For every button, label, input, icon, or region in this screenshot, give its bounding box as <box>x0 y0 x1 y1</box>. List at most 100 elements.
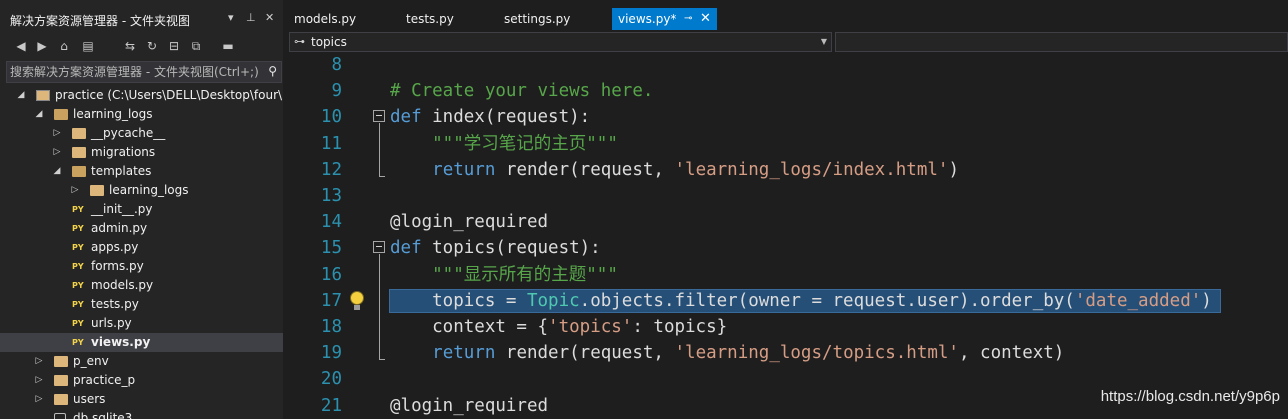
collapse-all-icon[interactable]: ⊟ <box>166 38 182 54</box>
home-icon[interactable]: ⌂ <box>56 38 72 54</box>
code-line[interactable]: 17 topics = Topic.objects.filter(owner =… <box>289 288 1288 314</box>
line-number: 20 <box>320 369 342 390</box>
explorer-title-bar: 解决方案资源管理器 - 文件夹视图 ▾ ⊥ ✕ <box>0 8 283 30</box>
code-text: topics = Topic.objects.filter(owner = re… <box>390 288 1212 314</box>
expand-arrow-icon[interactable]: ▷ <box>52 124 62 143</box>
line-number: 21 <box>320 395 342 416</box>
tree-item-file[interactable]: PY forms.py <box>0 257 283 276</box>
fold-guide-end <box>379 359 385 361</box>
line-number: 12 <box>320 159 342 180</box>
expand-arrow-icon[interactable]: ▷ <box>34 371 44 390</box>
lightbulb-glass <box>350 290 364 305</box>
close-tab-icon[interactable]: ✕ <box>700 8 711 30</box>
tree-item-folder[interactable]: ▷ p_env <box>0 352 283 371</box>
python-file-icon: PY <box>72 243 84 252</box>
expand-arrow-icon[interactable]: ▷ <box>34 352 44 371</box>
code-token: def <box>390 238 422 259</box>
tab-models[interactable]: models.py <box>294 8 356 30</box>
tree-item-folder[interactable]: ◢ learning_logs <box>0 105 283 124</box>
tree-item-label: apps.py <box>91 240 139 254</box>
expand-arrow-icon[interactable]: ▷ <box>52 143 62 162</box>
python-file-icon: PY <box>72 224 84 233</box>
pin-icon[interactable]: ⊥ <box>246 11 256 24</box>
tree-item-file[interactable]: db.sqlite3 <box>0 409 283 419</box>
tree-item-folder[interactable]: ▷ learning_logs <box>0 181 283 200</box>
close-icon[interactable]: ✕ <box>265 11 274 24</box>
tree-item-file[interactable]: PY views.py <box>0 333 283 352</box>
fold-guide-end <box>379 175 385 177</box>
code-line[interactable]: 10 def index(request): <box>289 104 1288 130</box>
tab-tests[interactable]: tests.py <box>406 8 454 30</box>
dropdown-arrow-icon[interactable]: ▾ <box>228 11 234 24</box>
code-line[interactable]: 12 return render(request, 'learning_logs… <box>289 157 1288 183</box>
tab-views[interactable]: views.py* ⊸ ✕ <box>612 8 717 30</box>
tree-item-label: views.py <box>91 335 151 349</box>
forward-icon[interactable]: ▶ <box>34 38 50 54</box>
tab-label: views.py* <box>618 12 677 26</box>
tree-item-file[interactable]: PY admin.py <box>0 219 283 238</box>
tree-item-file[interactable]: PY models.py <box>0 276 283 295</box>
collapse-region-icon[interactable] <box>373 241 385 254</box>
tree-item-label: users <box>73 392 106 406</box>
code-text: @login_required <box>390 209 548 235</box>
solution-explorer: 解决方案资源管理器 - 文件夹视图 ▾ ⊥ ✕ ◀ ▶ ⌂ ▤ ⇆ ↻ ⊟ ⧉ … <box>0 0 283 419</box>
lightbulb-icon[interactable] <box>347 290 367 311</box>
code-line[interactable]: 8 <box>289 52 1288 78</box>
tree-item-label: tests.py <box>91 297 139 311</box>
tree-item-file[interactable]: PY apps.py <box>0 238 283 257</box>
watermark: https://blog.csdn.net/y9p6p <box>1100 388 1280 405</box>
pin-tab-icon[interactable]: ⊸ <box>684 8 692 30</box>
lightbulb-base <box>354 304 360 310</box>
search-icon[interactable]: ⚲ <box>268 64 277 78</box>
code-token: def <box>390 107 422 128</box>
member-dropdown[interactable] <box>835 32 1288 52</box>
code-line[interactable]: 19 return render(request, 'learning_logs… <box>289 340 1288 366</box>
scope-value: topics <box>311 35 347 49</box>
back-icon[interactable]: ◀ <box>13 38 29 54</box>
tree-item-folder[interactable]: ▷ users <box>0 390 283 409</box>
tree-item-label: p_env <box>73 354 109 368</box>
tab-settings[interactable]: settings.py <box>504 8 570 30</box>
code-line[interactable]: 11 """学习笔记的主页""" <box>289 131 1288 157</box>
line-number: 15 <box>320 238 342 259</box>
tree-item-label: urls.py <box>91 316 132 330</box>
code-token: render(request, <box>495 343 675 364</box>
code-line[interactable]: 15 def topics(request): <box>289 235 1288 261</box>
properties-icon[interactable]: ▬ <box>220 38 236 54</box>
code-token: , context) <box>958 343 1065 364</box>
folder-icon <box>90 185 104 196</box>
code-line[interactable]: 9 # Create your views here. <box>289 78 1288 104</box>
collapse-arrow-icon[interactable]: ◢ <box>16 86 26 105</box>
expand-arrow-icon[interactable]: ▷ <box>34 390 44 409</box>
code-line[interactable]: 14 @login_required <box>289 209 1288 235</box>
code-line[interactable]: 13 <box>289 183 1288 209</box>
code-token: 'topics' <box>548 317 633 337</box>
tree-item-folder[interactable]: ◢ templates <box>0 162 283 181</box>
code-text: def topics(request): <box>390 235 601 261</box>
folder-icon <box>72 147 86 158</box>
collapse-arrow-icon[interactable]: ◢ <box>52 162 62 181</box>
code-line[interactable]: 18 context = {'topics': topics} <box>289 314 1288 340</box>
explorer-search-input[interactable] <box>10 64 260 80</box>
refresh-icon[interactable]: ↻ <box>144 38 160 54</box>
switch-views-icon[interactable]: ▤ <box>80 38 96 54</box>
tree-item-label: db.sqlite3 <box>73 411 133 419</box>
code-editor[interactable]: 8 9 # Create your views here. 10 def index(r… <box>289 52 1288 419</box>
tree-item-file[interactable]: PY __init__.py <box>0 200 283 219</box>
collapse-arrow-icon[interactable]: ◢ <box>34 105 44 124</box>
tree-item-file[interactable]: PY urls.py <box>0 314 283 333</box>
tree-item-folder[interactable]: ▷ practice_p <box>0 371 283 390</box>
code-line[interactable]: 16 """显示所有的主题""" <box>289 262 1288 288</box>
tree-item-file[interactable]: PY tests.py <box>0 295 283 314</box>
show-all-files-icon[interactable]: ⧉ <box>188 38 204 54</box>
code-text: return render(request, 'learning_logs/to… <box>390 340 1064 366</box>
code-token: ) <box>1201 290 1212 311</box>
sync-icon[interactable]: ⇆ <box>122 38 138 54</box>
collapse-region-icon[interactable] <box>373 110 385 123</box>
tree-item-folder[interactable]: ▷ __pycache__ <box>0 124 283 143</box>
code-token: @login_required <box>390 212 549 233</box>
expand-arrow-icon[interactable]: ▷ <box>70 181 80 200</box>
scope-dropdown[interactable]: ⊶ topics ▼ <box>289 32 832 52</box>
tree-item-folder[interactable]: ▷ migrations <box>0 143 283 162</box>
tree-item-folder[interactable]: ◢ practice (C:\Users\DELL\Desktop\four\l <box>0 86 283 105</box>
